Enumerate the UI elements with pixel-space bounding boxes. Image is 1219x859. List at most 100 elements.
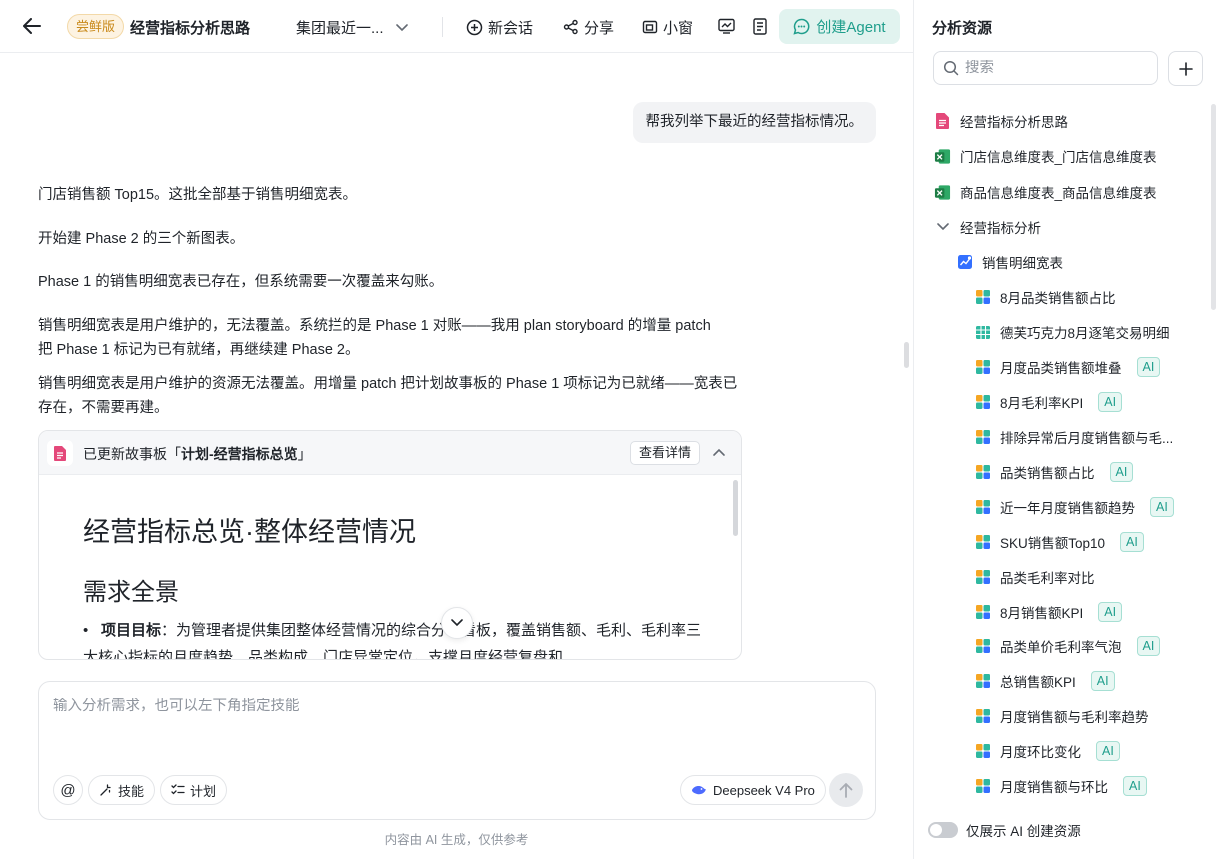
tree-item-label: 经营指标分析思路 [960, 115, 1068, 130]
tree-item-label: 经营指标分析 [960, 221, 1041, 236]
tree-item[interactable]: SKU销售额Top10 AI [974, 529, 1144, 555]
ai-only-toggle[interactable] [928, 822, 958, 838]
tree-item[interactable]: 月度环比变化 AI [974, 738, 1120, 764]
chart-icon [974, 394, 991, 410]
tree-item-label: 销售明细宽表 [982, 256, 1063, 271]
tree-item-label: 8月销售额KPI [1000, 606, 1084, 621]
create-agent-button[interactable]: 创建Agent [779, 9, 900, 44]
at-icon: @ [60, 781, 76, 799]
chat-scrollbar[interactable] [904, 342, 909, 368]
tree-item[interactable]: 月度销售额与毛利率趋势 [974, 703, 1149, 729]
ai-badge: AI [1136, 357, 1161, 377]
tree-item-label: 8月毛利率KPI [1000, 396, 1084, 411]
tree-item-label: 8月品类销售额占比 [1000, 291, 1116, 306]
tree-item-label: 德芙巧克力8月逐笔交易明细 [1000, 326, 1170, 341]
composer: @ 技能 计划 Deepseek V4 Pro [38, 681, 876, 820]
tree-item-label: 近一年月度销售额趋势 [1000, 501, 1135, 516]
datasource-select[interactable]: 集团最近一... [296, 17, 408, 38]
tree-item[interactable]: 8月品类销售额占比 [974, 284, 1116, 310]
storyboard-heading-1: 经营指标总览·整体经营情况 [83, 517, 416, 547]
mention-button[interactable]: @ [53, 775, 83, 805]
view-detail-button[interactable]: 查看详情 [630, 441, 701, 465]
ai-badge: AI [1120, 532, 1144, 552]
chat-input[interactable] [53, 698, 853, 714]
chart-icon [974, 429, 991, 445]
storyboard-preview: 经营指标总览·整体经营情况 需求全景 • 项目目标：为管理者提供集团整体经营情况的… [39, 476, 741, 660]
dashboard-icon[interactable] [716, 16, 736, 36]
storyboard-title: 已更新故事板「计划-经营指标总览」 [83, 446, 312, 462]
tree-item[interactable]: 8月销售额KPI AI [974, 599, 1123, 625]
tree-item[interactable]: 总销售额KPI AI [974, 668, 1115, 694]
tree-item[interactable]: 近一年月度销售额趋势 AI [974, 494, 1174, 520]
panel-title: 分析资源 [932, 20, 993, 37]
tree-item[interactable]: 经营指标分析思路 [934, 108, 1068, 134]
share-button[interactable]: 分享 [563, 14, 614, 40]
tree-item[interactable]: 商品信息维度表_商品信息维度表 [934, 179, 1157, 205]
chart-icon [974, 499, 991, 515]
skill-button[interactable]: 技能 [88, 775, 156, 805]
tree-item[interactable]: 经营指标分析 [934, 214, 1041, 240]
top-bar: 尝鲜版 经营指标分析思路 集团最近一... 新会话 分享 小窗 创建Agent [0, 0, 913, 53]
chart-icon [974, 673, 991, 689]
excel-icon [934, 184, 951, 201]
chart-icon [974, 778, 991, 794]
chevron-down-icon[interactable] [934, 223, 951, 231]
chart-icon [974, 569, 991, 585]
tree-item-label: 月度销售额与毛利率趋势 [1000, 710, 1149, 725]
tree-item-label: 品类毛利率对比 [1000, 571, 1095, 586]
storyboard-name: 计划-经营指标总览 [181, 446, 298, 462]
ai-badge: AI [1090, 671, 1115, 691]
tree-item[interactable]: 品类毛利率对比 [974, 564, 1095, 590]
tree-item[interactable]: 德芙巧克力8月逐笔交易明细 [974, 319, 1170, 345]
ai-paragraph: 销售明细宽表是用户维护的，无法覆盖。系统拦的是 Phase 1 对账——我用 p… [38, 318, 711, 358]
ai-badge: AI [1150, 497, 1174, 517]
new-chat-button[interactable]: 新会话 [466, 14, 533, 40]
wand-icon [100, 784, 111, 796]
tree-item[interactable]: 8月毛利率KPI AI [974, 389, 1123, 415]
scroll-down-button[interactable] [441, 607, 473, 639]
tree-item[interactable]: 门店信息维度表_门店信息维度表 [934, 143, 1157, 169]
ai-badge: AI [1123, 776, 1147, 796]
storyboard-list-item: • 项目目标：为管理者提供集团整体经营情况的综合分析看板，覆盖销售额、毛利、毛利率… [83, 622, 702, 660]
trial-badge: 尝鲜版 [67, 14, 125, 39]
search-box[interactable] [933, 51, 1158, 85]
panel-scrollbar[interactable] [1211, 104, 1216, 310]
tree-item[interactable]: 销售明细宽表 [956, 249, 1063, 275]
user-message: 帮我列举下最近的经营指标情况。 [632, 102, 876, 143]
chart-icon [974, 604, 991, 620]
add-resource-button[interactable] [1168, 51, 1203, 86]
arrow-up-icon [839, 783, 853, 798]
plus-icon [1178, 61, 1193, 76]
storyboard-scrollbar[interactable] [733, 480, 738, 536]
plan-button[interactable]: 计划 [160, 775, 228, 805]
chat-area: 帮我列举下最近的经营指标情况。 门店销售额 Top15。这批全部基于销售明细宽表… [0, 54, 913, 674]
deepseek-whale-icon [692, 786, 706, 795]
tree-item-label: 商品信息维度表_商品信息维度表 [960, 186, 1157, 201]
search-input[interactable] [965, 60, 1145, 76]
tree-item-label: 门店信息维度表_门店信息维度表 [960, 150, 1157, 165]
tree-item[interactable]: 品类销售额占比 AI [974, 459, 1134, 485]
model-select[interactable]: Deepseek V4 Pro [680, 775, 826, 805]
mini-window-button[interactable]: 小窗 [642, 14, 693, 40]
tree-item[interactable]: 月度品类销售额堆叠 AI [974, 354, 1161, 380]
back-arrow-icon[interactable] [22, 16, 42, 36]
tree-item[interactable]: 品类单价毛利率气泡 AI [974, 633, 1161, 659]
tree-item-label: 总销售额KPI [1000, 675, 1076, 690]
ai-paragraph: 销售明细宽表是用户维护的资源无法覆盖。用增量 patch 把计划故事板的 Pha… [38, 376, 738, 416]
tree-item[interactable]: 月度销售额与环比 AI [974, 773, 1147, 799]
storyboard-heading-2: 需求全景 [83, 579, 179, 606]
ai-badge: AI [1098, 392, 1123, 412]
document-icon[interactable] [750, 16, 770, 36]
chart-icon [974, 464, 991, 480]
storyboard-card-header: 已更新故事板「计划-经营指标总览」 查看详情 [39, 431, 741, 475]
ai-badge: AI [1098, 602, 1123, 622]
chevron-up-icon[interactable] [711, 445, 727, 461]
chart-icon [974, 359, 991, 375]
share-label: 分享 [584, 19, 615, 37]
tree-item[interactable]: 排除异常后月度销售额与毛... [974, 424, 1173, 450]
app-window: 尝鲜版 经营指标分析思路 集团最近一... 新会话 分享 小窗 创建Agent … [0, 0, 1219, 859]
excel-icon [934, 148, 951, 165]
ai-paragraph: Phase 1 的销售明细宽表已存在，但系统需要一次覆盖来勾账。 [38, 274, 444, 290]
send-button[interactable] [829, 773, 863, 807]
ai-disclaimer: 内容由 AI 生成，仅供参考 [384, 833, 529, 847]
